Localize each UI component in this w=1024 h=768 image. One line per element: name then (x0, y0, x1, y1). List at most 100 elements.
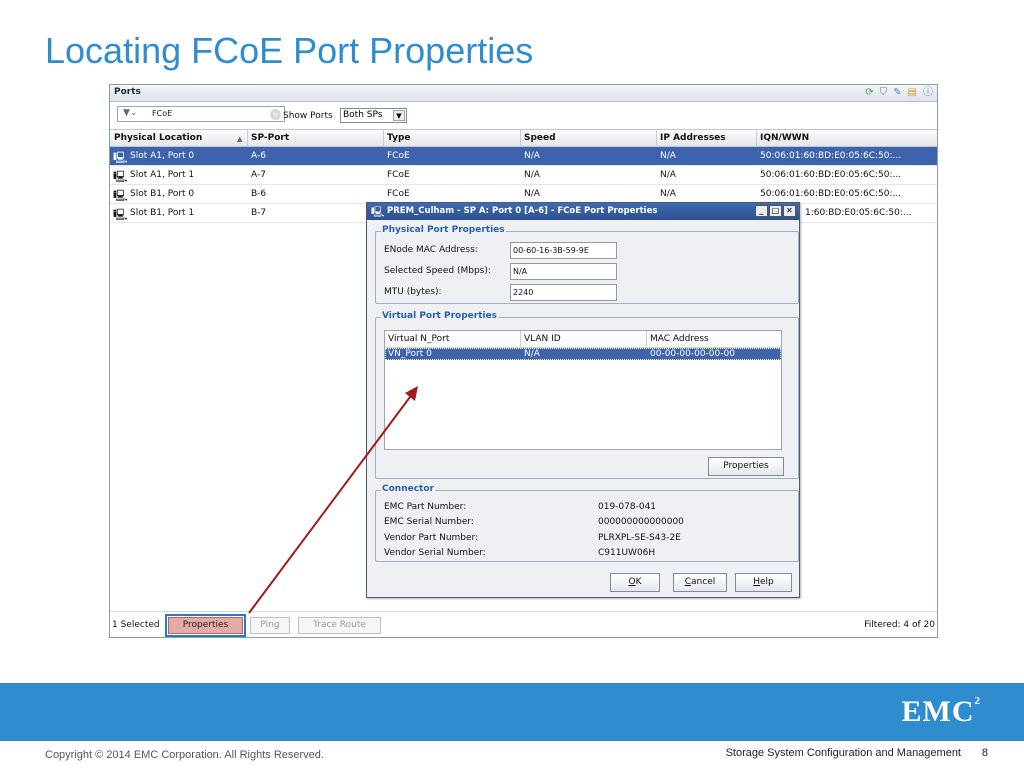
minimize-icon[interactable]: _ (755, 205, 768, 217)
cell-mac: 00-00-00-00-00-00 (650, 349, 735, 359)
cell-location: Slot A1, Port 1 (130, 170, 195, 180)
cell-nport: VN_Port 0 (388, 349, 432, 359)
clear-filter-icon[interactable]: × (270, 109, 281, 120)
course-title: Storage System Configuration and Managem… (725, 747, 961, 759)
connector-legend: Connector (381, 484, 435, 494)
cell-speed: N/A (524, 170, 540, 180)
close-icon[interactable]: ✕ (783, 205, 796, 217)
tools-icon[interactable]: ✎ (893, 87, 901, 99)
cell-sp-port: B-6 (251, 189, 267, 199)
emc-part-number-value: 019-078-041 (598, 502, 657, 512)
dialog-title-bar[interactable]: 🖳 PREM_Culham - SP A: Port 0 [A-6] - FCo… (367, 203, 799, 220)
enode-mac-label: ENode MAC Address: (384, 245, 478, 255)
column-speed[interactable]: Speed (524, 133, 556, 143)
vendor-part-number-label: Vendor Part Number: (384, 533, 479, 543)
slide-title: Locating FCoE Port Properties (45, 30, 534, 71)
column-iqn-wwn[interactable]: IQN/WWN (760, 133, 809, 143)
show-ports-label: Show Ports (283, 111, 333, 121)
refresh-icon[interactable]: ⟳ (865, 87, 873, 99)
cell-iqn: 50:06:01:60:BD:E0:05:6C:50:... (760, 151, 902, 161)
column-sp-port[interactable]: SP-Port (251, 133, 289, 143)
emc-serial-number-value: 000000000000000 (598, 517, 684, 527)
ping-button[interactable]: Ping (250, 617, 290, 634)
export-icon[interactable]: ▤ (908, 87, 917, 99)
cell-type: FCoE (387, 189, 410, 199)
cell-speed: N/A (524, 151, 540, 161)
cell-iqn: 50:06:01:60:BD:E0:05:6C:50:... (760, 189, 902, 199)
cell-type: FCoE (387, 170, 410, 180)
emc-logo: EMC2 (901, 695, 981, 728)
physical-port-properties-group: Physical Port Properties ENode MAC Addre… (375, 225, 799, 304)
column-vlan-id[interactable]: VLAN ID (524, 334, 561, 344)
port-icon: 🖳 (371, 207, 385, 218)
virtual-port-properties-button[interactable]: Properties (708, 457, 784, 476)
cell-type: FCoE (387, 151, 410, 161)
vendor-part-number-value: PLRXPL-SE-S43-2E (598, 533, 681, 543)
physical-port-properties-legend: Physical Port Properties (381, 225, 506, 235)
connector-group: Connector EMC Part Number: 019-078-041 E… (375, 484, 799, 562)
page-number: 8 (981, 747, 988, 759)
show-ports-select[interactable]: Both SPs ▼ (340, 108, 407, 123)
table-row[interactable]: 🖳 Slot A1, Port 1 A-7 FCoE N/A N/A 50:06… (110, 166, 937, 185)
cell-speed: N/A (524, 189, 540, 199)
filter-bar: ▼⌄ FCoE × Show Ports Both SPs ▼ (110, 103, 937, 127)
maximize-icon[interactable]: □ (769, 205, 782, 217)
cell-location: Slot A1, Port 0 (130, 151, 195, 161)
cancel-button[interactable]: Cancel (673, 573, 727, 592)
fcoe-port-properties-dialog: 🖳 PREM_Culham - SP A: Port 0 [A-6] - FCo… (366, 202, 800, 598)
funnel-icon[interactable]: ▼⌄ (123, 108, 137, 118)
cell-ip: N/A (660, 189, 676, 199)
status-bar: 1 Selected Properties Ping Trace Route F… (110, 611, 937, 637)
filtered-count: Filtered: 4 of 20 (864, 620, 935, 630)
enode-mac-field[interactable]: 00-60-16-3B-59-9E (510, 242, 617, 259)
emc-part-number-label: EMC Part Number: (384, 502, 467, 512)
column-mac-address[interactable]: MAC Address (650, 334, 709, 344)
table-row[interactable]: 🖳 Slot A1, Port 0 A-6 FCoE N/A N/A 50:06… (110, 147, 937, 166)
column-type[interactable]: Type (387, 133, 410, 143)
cell-location: Slot B1, Port 1 (130, 208, 195, 218)
vendor-serial-number-label: Vendor Serial Number: (384, 548, 486, 558)
vendor-serial-number-value: C911UW06H (598, 548, 656, 558)
cell-ip: N/A (660, 151, 676, 161)
selected-speed-field[interactable]: N/A (510, 263, 617, 280)
virtual-port-properties-group: Virtual Port Properties Virtual N_Port V… (375, 311, 799, 479)
ports-table-header: Physical Location ▲ SP-Port Type Speed I… (110, 129, 937, 147)
virtual-port-table: Virtual N_Port VLAN ID MAC Address VN_Po… (384, 330, 782, 450)
chevron-down-icon[interactable]: ▼ (393, 110, 405, 121)
selected-count: 1 Selected (112, 620, 160, 630)
cell-sp-port: B-7 (251, 208, 267, 218)
virtual-port-row[interactable]: VN_Port 0 N/A 00-00-00-00-00-00 (385, 348, 781, 360)
cell-location: Slot B1, Port 0 (130, 189, 195, 199)
trace-route-button[interactable]: Trace Route (298, 617, 381, 634)
ok-button[interactable]: OK (610, 573, 660, 592)
mtu-label: MTU (bytes): (384, 287, 442, 297)
ports-panel-title: Ports (114, 87, 141, 97)
filter-input[interactable]: ▼⌄ FCoE × (117, 106, 285, 122)
column-physical-location[interactable]: Physical Location (114, 133, 202, 143)
help-button[interactable]: Help (735, 573, 792, 592)
show-ports-select-value: Both SPs (343, 110, 383, 120)
dialog-title: PREM_Culham - SP A: Port 0 [A-6] - FCoE … (387, 206, 658, 216)
ports-panel-header: Ports ⟳ ⛉ ✎ ▤ ⓘ (110, 85, 937, 102)
copyright-text: Copyright © 2014 EMC Corporation. All Ri… (45, 749, 324, 761)
cell-vlan: N/A (524, 349, 540, 359)
filter-value: FCoE (152, 109, 173, 118)
cell-iqn: 1:60:BD:E0:05:6C:50:... (805, 208, 912, 218)
cell-sp-port: A-6 (251, 151, 266, 161)
virtual-port-properties-legend: Virtual Port Properties (381, 311, 499, 321)
footer-band: EMC2 (0, 683, 1024, 741)
sort-ascending-icon[interactable]: ▲ (237, 135, 242, 143)
filter-icon[interactable]: ⛉ (880, 87, 888, 99)
cell-ip: N/A (660, 170, 676, 180)
emc-serial-number-label: EMC Serial Number: (384, 517, 474, 527)
help-icon[interactable]: ⓘ (923, 87, 933, 99)
mtu-field[interactable]: 2240 (510, 284, 617, 301)
properties-button[interactable]: Properties (165, 614, 246, 637)
virtual-port-table-header: Virtual N_Port VLAN ID MAC Address (385, 331, 781, 348)
cell-iqn: 50:06:01:60:BD:E0:05:6C:50:... (760, 170, 902, 180)
selected-speed-label: Selected Speed (Mbps): (384, 266, 491, 276)
column-virtual-n-port[interactable]: Virtual N_Port (388, 334, 449, 344)
port-icon: 🖳 (113, 208, 128, 221)
column-ip-addresses[interactable]: IP Addresses (660, 133, 726, 143)
cell-sp-port: A-7 (251, 170, 266, 180)
